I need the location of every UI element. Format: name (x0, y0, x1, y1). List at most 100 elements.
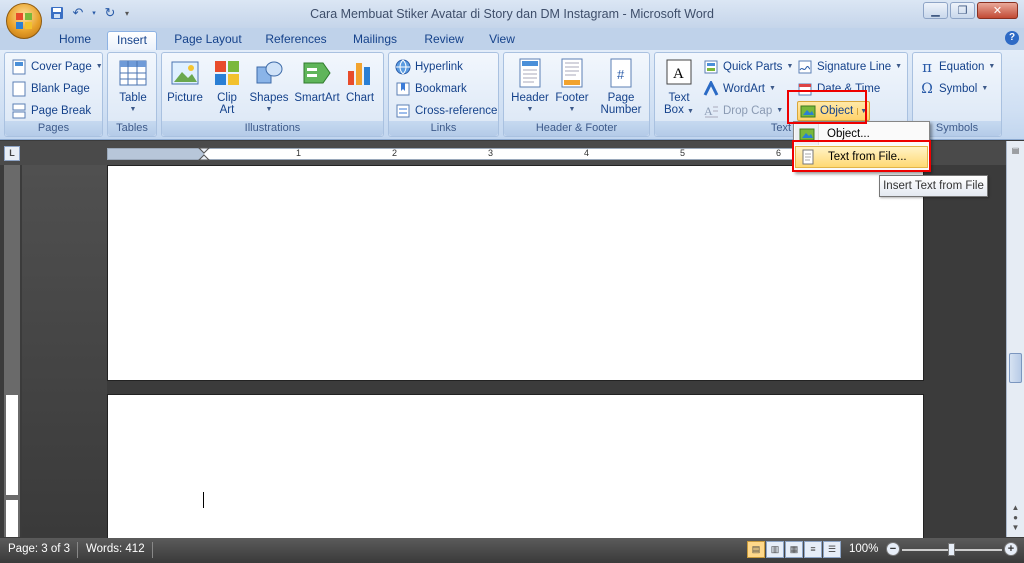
group-tables: Table ▼ Tables (107, 52, 157, 137)
blank-page-label: Blank Page (31, 82, 90, 95)
chevron-down-icon: ▼ (786, 63, 794, 70)
page-count[interactable]: Page: 3 of 3 (8, 543, 70, 555)
clip-art-button[interactable]: Clip Art (208, 57, 246, 116)
chevron-down-icon: ▼ (526, 106, 534, 113)
header-label: Header (511, 92, 549, 104)
document-page-3[interactable] (107, 394, 924, 544)
group-label-tables: Tables (108, 121, 156, 136)
chart-button[interactable]: Chart (342, 57, 378, 104)
quick-parts-button[interactable]: Quick Parts ▼ (703, 57, 793, 76)
smartart-label: SmartArt (294, 92, 340, 104)
help-icon[interactable]: ? (1005, 31, 1019, 45)
vertical-ruler-text-area (6, 500, 18, 537)
group-label-header-footer: Header & Footer (504, 121, 649, 136)
cross-reference-label: Cross-reference (415, 104, 498, 117)
restore-button[interactable]: ❐ (950, 2, 975, 19)
indent-marker-icon[interactable] (198, 147, 210, 161)
ruler-number: 1 (296, 148, 302, 158)
wordart-icon (703, 80, 719, 97)
text-box-button[interactable]: A Text Box ▼ (659, 57, 699, 118)
table-label: Table (119, 92, 147, 104)
signature-line-label: Signature Line (817, 60, 892, 73)
draft-icon[interactable]: ☰ (823, 541, 841, 558)
drop-cap-label: Drop Cap (723, 104, 773, 117)
ruler-toggle-icon[interactable]: ▤ (1009, 146, 1022, 159)
picture-label: Picture (167, 92, 203, 104)
tab-selector[interactable]: L (4, 146, 20, 161)
header-button[interactable]: Header ▼ (508, 57, 552, 116)
group-illustrations: Picture Clip Art Shapes ▼ SmartArt Chart… (161, 52, 384, 137)
chevron-down-icon: ▼ (95, 63, 103, 70)
symbol-button[interactable]: Ω Symbol ▼ (919, 79, 988, 98)
chart-icon (344, 57, 376, 89)
page-number-button[interactable]: # Page Number ▼ (596, 57, 646, 130)
tab-mailings[interactable]: Mailings (345, 31, 405, 50)
window-title: Cara Membuat Stiker Avatar di Story dan … (310, 7, 714, 21)
status-divider (77, 542, 78, 558)
blank-page-button[interactable]: Blank Page (11, 79, 90, 98)
bookmark-button[interactable]: Bookmark (395, 79, 467, 98)
vertical-scrollbar[interactable]: ▤ ▲ ● ▼ (1006, 141, 1024, 537)
table-button[interactable]: Table ▼ (116, 57, 150, 116)
bookmark-label: Bookmark (415, 82, 467, 95)
chevron-down-icon: ▼ (981, 85, 989, 92)
zoom-slider-thumb[interactable] (948, 543, 955, 556)
document-background (22, 165, 107, 537)
cover-page-icon (11, 59, 27, 75)
header-icon (514, 57, 546, 89)
word-count[interactable]: Words: 412 (86, 543, 145, 555)
vertical-ruler[interactable] (4, 165, 20, 537)
chevron-down-icon: ▼ (988, 63, 996, 70)
page-break-button[interactable]: Page Break (11, 101, 91, 120)
drop-cap-icon: A (703, 103, 719, 119)
minimize-button[interactable]: ▁ (923, 2, 948, 19)
shapes-button[interactable]: Shapes ▼ (249, 57, 289, 116)
tab-insert[interactable]: Insert (107, 31, 157, 50)
footer-button[interactable]: Footer ▼ (552, 57, 592, 116)
scrollbar-thumb[interactable] (1009, 353, 1022, 383)
drop-cap-button[interactable]: A Drop Cap ▼ (703, 101, 783, 120)
cross-reference-button[interactable]: Cross-reference (395, 101, 497, 120)
footer-icon (556, 57, 588, 89)
group-header-footer: Header ▼ Footer ▼ # Page Number ▼ Header… (503, 52, 650, 137)
vertical-ruler-text-area (6, 395, 18, 495)
document-page-2[interactable] (107, 165, 924, 381)
equation-label: Equation (939, 60, 985, 73)
browse-object-icons[interactable]: ▲ ● ▼ (1009, 503, 1022, 533)
smartart-button[interactable]: SmartArt (292, 57, 342, 104)
tab-home[interactable]: Home (52, 31, 98, 50)
tab-view[interactable]: View (480, 31, 524, 50)
zoom-in-icon[interactable]: + (1004, 542, 1018, 556)
group-label-links: Links (389, 121, 498, 136)
footer-label: Footer (555, 92, 589, 104)
table-icon (117, 57, 149, 89)
picture-button[interactable]: Picture (166, 57, 204, 104)
tab-review[interactable]: Review (416, 31, 472, 50)
ruler-number: 6 (776, 148, 782, 158)
wordart-button[interactable]: WordArt ▼ (703, 79, 776, 98)
ruler-number: 2 (392, 148, 398, 158)
highlight-object-button (787, 90, 867, 124)
tab-page-layout[interactable]: Page Layout (168, 31, 248, 50)
clip-art-icon (211, 57, 243, 89)
cover-page-button[interactable]: Cover Page ▼ (11, 57, 103, 76)
chevron-down-icon: ▼ (768, 85, 776, 92)
tooltip: Insert Text from File (879, 175, 988, 197)
zoom-out-icon[interactable]: − (886, 542, 900, 556)
hyperlink-button[interactable]: Hyperlink (395, 57, 463, 76)
shapes-label: Shapes (249, 92, 289, 104)
zoom-level[interactable]: 100% (849, 543, 878, 555)
print-layout-icon[interactable]: ▤ (747, 541, 765, 558)
title-bar: ↶ ▾ ↻ ▾ Cara Membuat Stiker Avatar di St… (0, 0, 1024, 28)
office-button[interactable] (6, 3, 42, 39)
bookmark-icon (395, 81, 411, 97)
outline-icon[interactable]: ≡ (804, 541, 822, 558)
status-bar: Page: 3 of 3 Words: 412 ▤ ▥ ▦ ≡ ☰ 100% −… (0, 538, 1024, 563)
equation-button[interactable]: π Equation ▼ (919, 57, 995, 76)
web-layout-icon[interactable]: ▦ (785, 541, 803, 558)
close-button[interactable]: ✕ (977, 2, 1018, 19)
tab-references[interactable]: References (258, 31, 334, 50)
full-screen-reading-icon[interactable]: ▥ (766, 541, 784, 558)
signature-line-button[interactable]: Signature Line ▼ (797, 57, 902, 76)
highlight-text-from-file (792, 140, 931, 172)
